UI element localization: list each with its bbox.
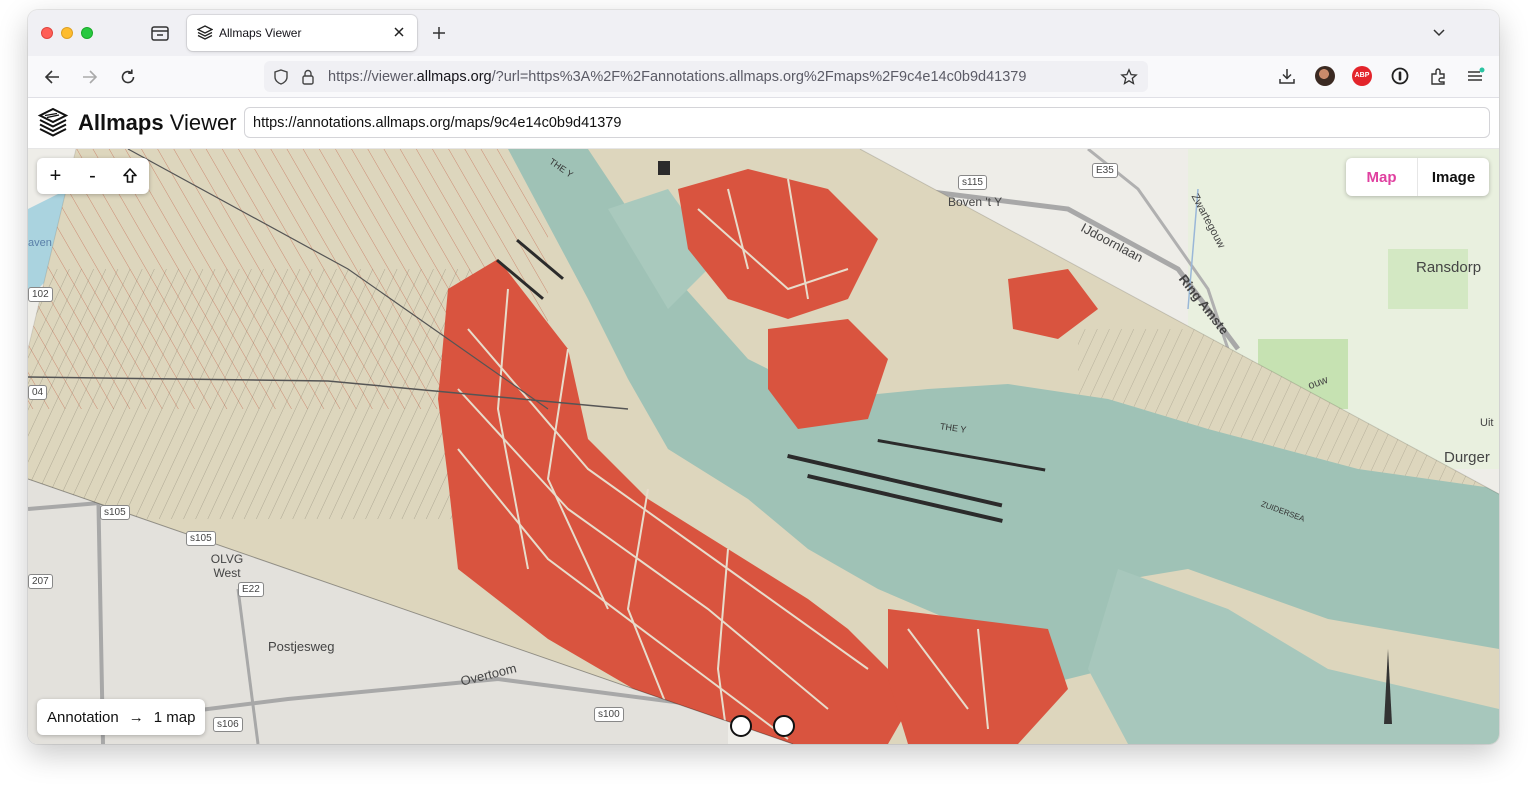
extensions-icon[interactable] (1428, 66, 1448, 86)
address-bar[interactable]: https://viewer.allmaps.org/?url=https%3A… (264, 61, 1148, 92)
reset-north-button[interactable] (111, 158, 148, 194)
annotation-url-input[interactable] (244, 107, 1490, 138)
url-text[interactable]: https://viewer.allmaps.org/?url=https%3A… (328, 69, 1026, 85)
back-icon[interactable] (42, 67, 62, 87)
url-path: /?url=https%3A%2F%2Fannotations.allmaps.… (491, 69, 1027, 85)
map-label-durger: Durger (1444, 449, 1490, 466)
map-view-button[interactable]: Map (1346, 158, 1418, 196)
window-maximize-button[interactable] (81, 27, 93, 39)
new-tab-icon[interactable] (430, 24, 448, 42)
chevron-down-icon[interactable] (1431, 24, 1447, 40)
app-title-light: Viewer (163, 110, 237, 135)
map-label-ransdorp: Ransdorp (1416, 259, 1482, 276)
menu-icon[interactable] (1465, 66, 1485, 86)
road-shield: s115 (958, 175, 987, 190)
url-prefix: https://viewer. (328, 69, 417, 85)
lock-icon[interactable] (300, 68, 316, 86)
rotate-handle[interactable] (773, 715, 795, 737)
close-tab-icon[interactable] (391, 24, 407, 40)
downloads-icon[interactable] (1277, 66, 1297, 86)
reload-icon[interactable] (118, 67, 138, 87)
allmaps-logo-icon (197, 25, 213, 40)
tab-strip: Allmaps Viewer (28, 10, 1499, 56)
status-count: 1 map (153, 708, 196, 726)
window-close-button[interactable] (41, 27, 53, 39)
map-label-boven-t-y: Boven 't Y (948, 195, 1003, 209)
image-view-button[interactable]: Image (1418, 158, 1489, 196)
annotation-status[interactable]: Annotation → 1 map (37, 699, 206, 735)
road-shield: s105 (100, 505, 130, 520)
navigation-bar: https://viewer.allmaps.org/?url=https%3A… (28, 56, 1499, 98)
map-viewport[interactable]: Boven 't Y Ransdorp Durger OLVG West Pos… (28, 149, 1499, 744)
road-shield: s100 (594, 707, 624, 722)
map-label-uit: Uit (1480, 417, 1494, 429)
tab-title: Allmaps Viewer (219, 26, 302, 40)
road-shield: s105 (186, 531, 216, 546)
road-shield: E35 (1092, 163, 1118, 178)
app-header: Allmaps Viewer (28, 98, 1499, 149)
map-label-haven: aven (28, 237, 52, 249)
window-minimize-button[interactable] (61, 27, 73, 39)
app-title-bold: Allmaps (78, 110, 164, 135)
url-domain: allmaps.org (416, 69, 492, 85)
adblock-icon[interactable]: ABP (1352, 66, 1372, 86)
map-label-olvg-west: OLVG West (210, 552, 244, 580)
forward-icon[interactable] (80, 67, 100, 87)
arrow-icon: → (128, 708, 144, 726)
view-toggle: Map Image (1346, 158, 1489, 196)
zoom-out-button[interactable]: - (74, 158, 111, 194)
map-canvas[interactable] (28, 149, 1499, 744)
road-shield: s106 (213, 717, 243, 732)
tracking-protection-icon[interactable] (272, 68, 290, 86)
tab-allmaps-viewer[interactable]: Allmaps Viewer (187, 15, 417, 51)
road-shield: 207 (28, 574, 53, 589)
tab-overview-icon[interactable] (149, 22, 171, 44)
browser-window: Allmaps Viewer https://viewer.allmaps.or… (28, 10, 1499, 744)
north-arrow-icon (122, 168, 137, 183)
road-shield: 102 (28, 287, 53, 302)
zoom-in-button[interactable]: + (37, 158, 74, 194)
allmaps-logo-icon (37, 107, 69, 137)
bookmark-star-icon[interactable] (1120, 68, 1138, 86)
account-avatar[interactable] (1315, 66, 1335, 86)
zoom-controls: + - (37, 158, 149, 194)
road-shield: 04 (28, 385, 48, 400)
rotate-handle[interactable] (730, 715, 752, 737)
password-manager-icon[interactable] (1390, 66, 1410, 86)
map-label-postjesweg: Postjesweg (268, 639, 335, 654)
road-shield: E22 (238, 582, 264, 597)
status-source: Annotation (47, 708, 119, 726)
basemap-park (1388, 249, 1468, 309)
app-title: Allmaps Viewer (78, 110, 237, 136)
